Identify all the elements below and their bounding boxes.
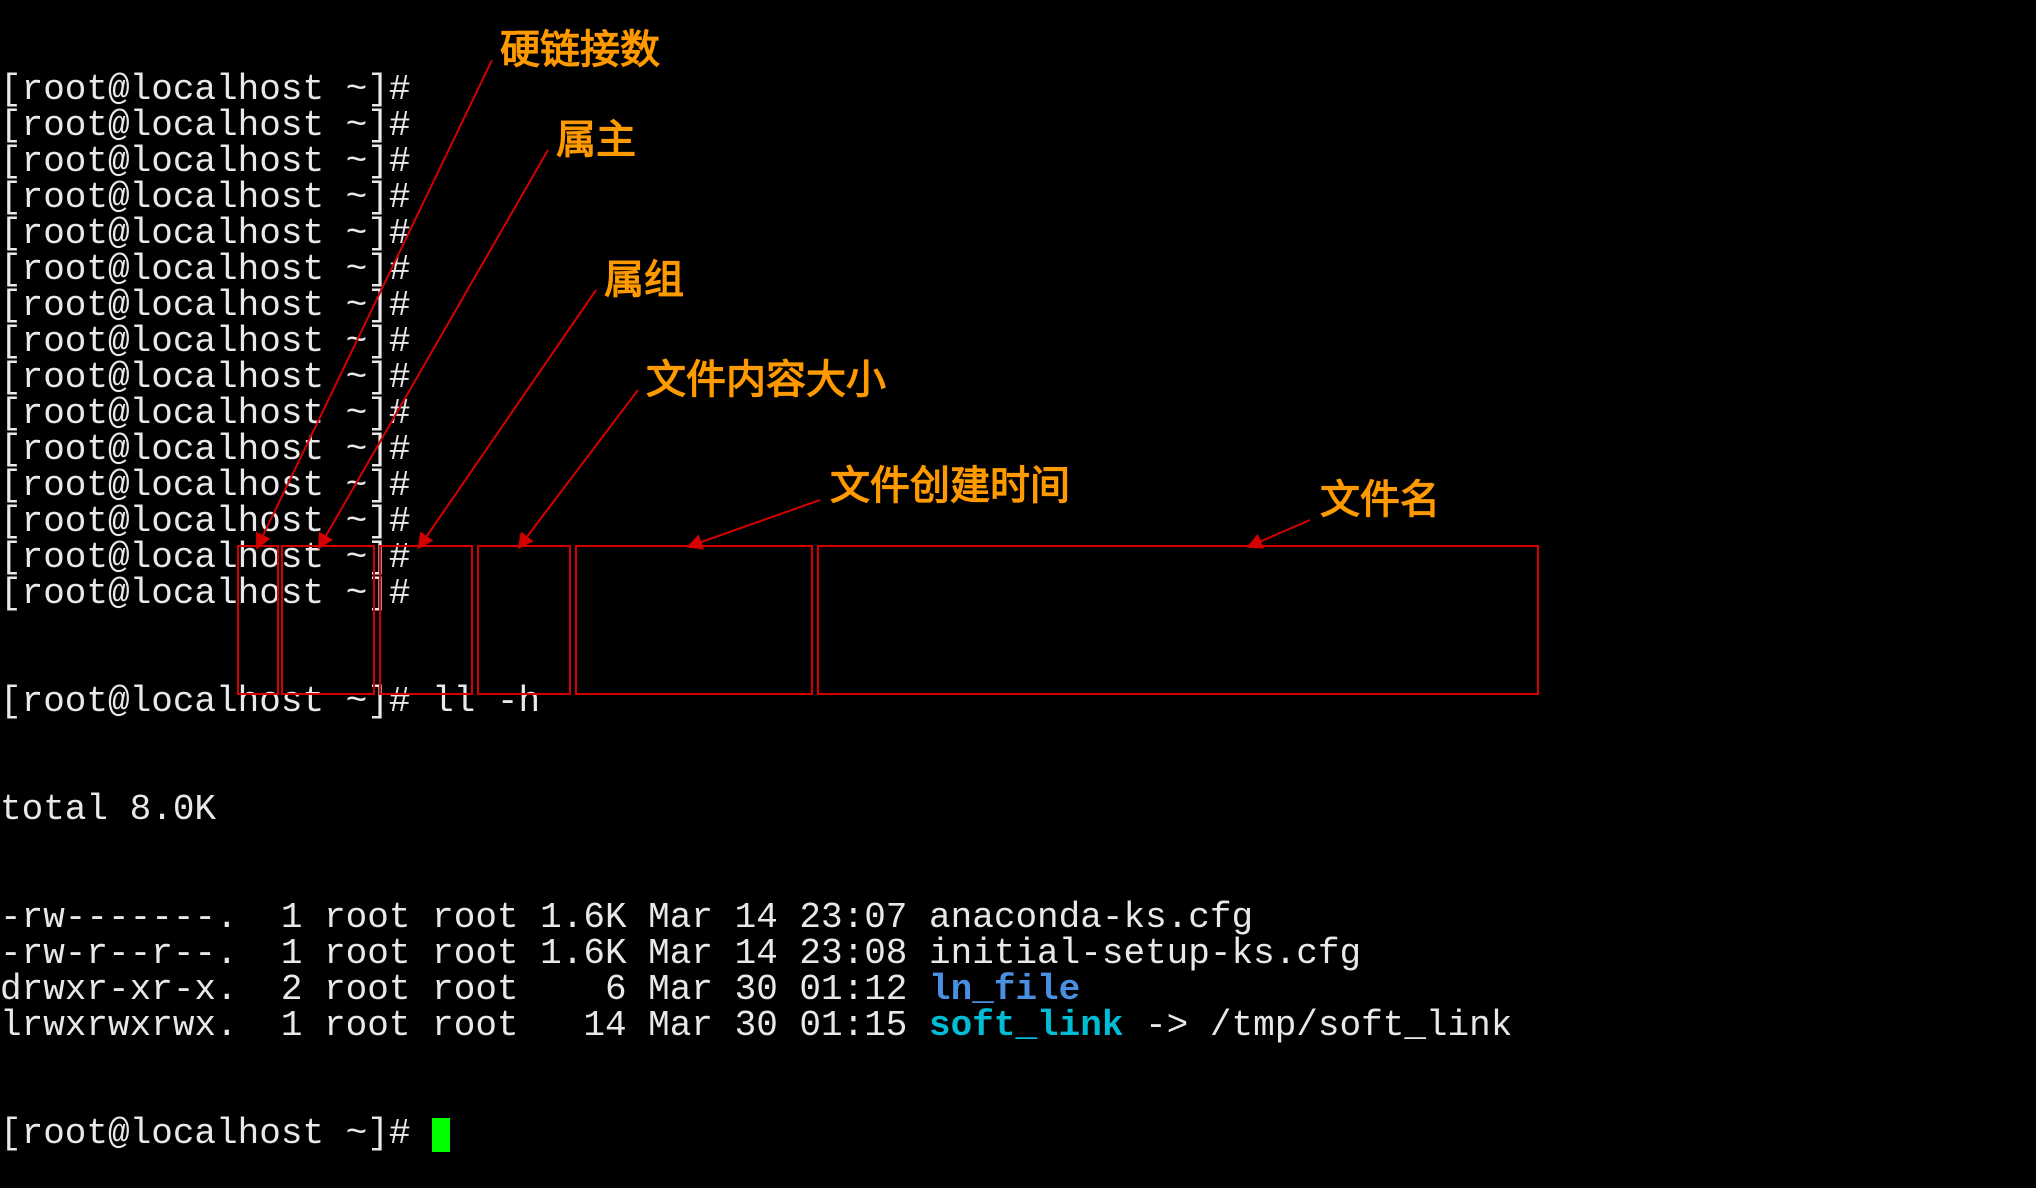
cursor[interactable] [432, 1118, 450, 1152]
empty-prompt-line: [root@localhost ~]# [0, 72, 1512, 108]
file-row: -rw-------. 1 root root 1.6K Mar 14 23:0… [0, 900, 1512, 936]
command-line: [root@localhost ~]# ll -h [0, 684, 1512, 720]
group: root [432, 933, 518, 974]
empty-prompt-line: [root@localhost ~]# [0, 288, 1512, 324]
file-row: lrwxrwxrwx. 1 root root 14 Mar 30 01:15 … [0, 1008, 1512, 1044]
group: root [432, 969, 518, 1010]
terminal[interactable]: [root@localhost ~]# [root@localhost ~]# … [0, 0, 1512, 1188]
owner: root [324, 897, 410, 938]
filename: soft_link [929, 1005, 1123, 1046]
command: ll -h [432, 681, 540, 722]
links: 1 [281, 933, 303, 974]
empty-prompt-line: [root@localhost ~]# [0, 216, 1512, 252]
empty-prompt-line: [root@localhost ~]# [0, 468, 1512, 504]
owner: root [324, 933, 410, 974]
owner: root [324, 1005, 410, 1046]
group: root [432, 1005, 518, 1046]
file-row: -rw-r--r--. 1 root root 1.6K Mar 14 23:0… [0, 936, 1512, 972]
date: Mar 30 01:15 [648, 1005, 907, 1046]
file-row: drwxr-xr-x. 2 root root 6 Mar 30 01:12 l… [0, 972, 1512, 1008]
empty-prompt-line: [root@localhost ~]# [0, 576, 1512, 612]
final-prompt-line[interactable]: [root@localhost ~]# [0, 1116, 1512, 1152]
empty-prompt-line: [root@localhost ~]# [0, 180, 1512, 216]
annotation-hardlinks: 硬链接数 [500, 30, 660, 70]
total-line: total 8.0K [0, 792, 1512, 828]
filename: initial-setup-ks.cfg [929, 933, 1361, 974]
date: Mar 30 01:12 [648, 969, 907, 1010]
perm: lrwxrwxrwx. [0, 1005, 259, 1046]
perm: -rw-------. [0, 897, 259, 938]
annotation-owner: 属主 [556, 120, 636, 160]
size: 1.6K [540, 933, 626, 974]
empty-prompt-line: [root@localhost ~]# [0, 324, 1512, 360]
size: 1.6K [540, 897, 626, 938]
empty-prompt-line: [root@localhost ~]# [0, 144, 1512, 180]
empty-prompt-line: [root@localhost ~]# [0, 432, 1512, 468]
link-target: -> /tmp/soft_link [1123, 1005, 1512, 1046]
annotation-size: 文件内容大小 [646, 360, 886, 400]
links: 1 [281, 897, 303, 938]
empty-prompt-line: [root@localhost ~]# [0, 504, 1512, 540]
filename: ln_file [929, 969, 1080, 1010]
owner: root [324, 969, 410, 1010]
perm: -rw-r--r--. [0, 933, 259, 974]
empty-prompt-line: [root@localhost ~]# [0, 108, 1512, 144]
group: root [432, 897, 518, 938]
prompt: [root@localhost ~]# [0, 1113, 432, 1154]
size: 14 [540, 1005, 626, 1046]
perm: drwxr-xr-x. [0, 969, 259, 1010]
date: Mar 14 23:07 [648, 897, 907, 938]
links: 1 [281, 1005, 303, 1046]
annotation-ctime: 文件创建时间 [830, 466, 1070, 506]
prompt: [root@localhost ~]# [0, 681, 432, 722]
empty-prompt-line: [root@localhost ~]# [0, 540, 1512, 576]
size: 6 [540, 969, 626, 1010]
date: Mar 14 23:08 [648, 933, 907, 974]
annotation-group: 属组 [604, 260, 684, 300]
empty-prompt-line: [root@localhost ~]# [0, 252, 1512, 288]
links: 2 [281, 969, 303, 1010]
annotation-filename: 文件名 [1320, 480, 1440, 520]
filename: anaconda-ks.cfg [929, 897, 1253, 938]
